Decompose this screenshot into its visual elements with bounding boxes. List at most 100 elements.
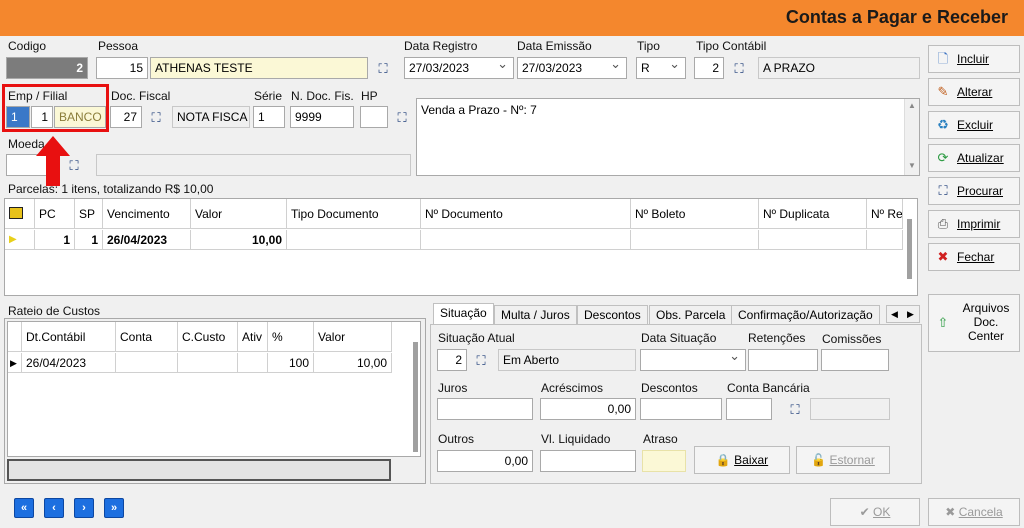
atualizar-button[interactable]: ⟳ Atualizar: [928, 144, 1020, 172]
col-n-re[interactable]: Nº Re: [867, 199, 903, 229]
incluir-label: Incluir: [957, 52, 990, 66]
serie-field[interactable]: 1: [253, 106, 285, 128]
table-row-n-documento[interactable]: [421, 230, 631, 250]
hp-binoculars-icon[interactable]: ⛶: [393, 110, 411, 126]
rateio-row-pct[interactable]: 100: [268, 353, 314, 373]
col-vencimento[interactable]: Vencimento: [103, 199, 191, 229]
tab-obs-parcela[interactable]: Obs. Parcela: [649, 305, 733, 325]
col-n-boleto[interactable]: Nº Boleto: [631, 199, 759, 229]
tab-scroll-left-icon[interactable]: ◀: [891, 306, 898, 322]
rateio-row-ativ[interactable]: [238, 353, 268, 373]
retencoes-field[interactable]: [748, 349, 818, 371]
pessoa-name-field[interactable]: ATHENAS TESTE: [150, 57, 368, 79]
excluir-button[interactable]: ♻ Excluir: [928, 111, 1020, 139]
parcelas-scrollbar[interactable]: [907, 219, 912, 279]
data-registro-field[interactable]: 27/03/2023: [404, 57, 514, 79]
acrescimos-field[interactable]: 0,00: [540, 398, 636, 420]
rateio-col-ativ[interactable]: Ativ: [238, 322, 268, 352]
conta-bancaria-binoculars-icon[interactable]: ⛶: [786, 402, 804, 418]
data-situacao-field[interactable]: [640, 349, 746, 371]
parcelas-grid[interactable]: PC SP Vencimento Valor Tipo Documento Nº…: [4, 198, 918, 296]
ndoc-field[interactable]: 9999: [290, 106, 354, 128]
col-n-documento[interactable]: Nº Documento: [421, 199, 631, 229]
rateio-grid[interactable]: Dt.Contábil Conta C.Custo Ativ % Valor ▶…: [7, 321, 421, 457]
pessoa-code-field[interactable]: 15: [96, 57, 148, 79]
tipo-contabil-label: Tipo Contábil: [696, 39, 767, 53]
doc-fiscal-binoculars-icon[interactable]: ⛶: [147, 110, 165, 126]
table-row-valor[interactable]: 10,00: [191, 230, 287, 250]
estornar-label: Estornar: [829, 453, 875, 467]
table-row-pc[interactable]: 1: [35, 230, 75, 250]
incluir-button[interactable]: 🗋 Incluir: [928, 45, 1020, 73]
situacao-binoculars-icon[interactable]: ⛶: [472, 353, 490, 369]
scroll-up-icon[interactable]: ▲: [908, 101, 916, 110]
situacao-code-field[interactable]: 2: [437, 349, 467, 371]
rateio-row-dt[interactable]: 26/04/2023: [22, 353, 116, 373]
col-valor[interactable]: Valor: [191, 199, 287, 229]
observacao-scrollbar[interactable]: ▲ ▼: [904, 99, 919, 175]
rateio-col-ccusto[interactable]: C.Custo: [178, 322, 238, 352]
situacao-atual-label: Situação Atual: [438, 331, 515, 345]
observacao-textarea[interactable]: Venda a Prazo - Nº: 7: [416, 98, 920, 176]
table-row-vencimento[interactable]: 26/04/2023: [103, 230, 191, 250]
pessoa-search-binoculars-icon[interactable]: ⛶: [374, 61, 392, 77]
cancela-button[interactable]: ✖ Cancela: [928, 498, 1020, 526]
col-tipo-documento[interactable]: Tipo Documento: [287, 199, 421, 229]
rateio-row-valor[interactable]: 10,00: [314, 353, 392, 373]
rateio-row-ccusto[interactable]: [178, 353, 238, 373]
rateio-col-dt-contabil[interactable]: Dt.Contábil: [22, 322, 116, 352]
table-row-tipo-documento[interactable]: [287, 230, 421, 250]
ok-button[interactable]: ✔ OK: [830, 498, 920, 526]
nav-prev-button[interactable]: ‹: [44, 498, 64, 518]
doc-fiscal-code-field[interactable]: 27: [110, 106, 142, 128]
tab-scroll-arrows[interactable]: ◀ ▶: [886, 305, 920, 323]
conta-bancaria-code-field[interactable]: [726, 398, 772, 420]
descontos-field[interactable]: [640, 398, 722, 420]
juros-label: Juros: [438, 381, 468, 395]
hp-field[interactable]: [360, 106, 388, 128]
rateio-col-valor[interactable]: Valor: [314, 322, 392, 352]
tipo-contabil-code-field[interactable]: 2: [694, 57, 724, 79]
rateio-col-conta[interactable]: Conta: [116, 322, 178, 352]
baixar-button[interactable]: 🔒 Baixar: [694, 446, 790, 474]
col-pc[interactable]: PC: [35, 199, 75, 229]
tipo-contabil-binoculars-icon[interactable]: ⛶: [730, 61, 748, 77]
grid-menu-icon[interactable]: [5, 199, 35, 229]
fechar-button[interactable]: ✖ Fechar: [928, 243, 1020, 271]
rateio-scrollbar[interactable]: [413, 342, 418, 452]
table-row-n-re[interactable]: [867, 230, 903, 250]
upload-document-icon: ⇧: [937, 315, 949, 330]
scroll-down-icon[interactable]: ▼: [908, 161, 916, 170]
conta-bancaria-name-field: [810, 398, 890, 420]
alterar-button[interactable]: ✎ Alterar: [928, 78, 1020, 106]
arquivos-doc-center-button[interactable]: ⇧ Arquivos Doc. Center: [928, 294, 1020, 352]
estornar-button[interactable]: 🔓 Estornar: [796, 446, 890, 474]
conta-bancaria-label: Conta Bancária: [727, 381, 810, 395]
table-row-sp[interactable]: 1: [75, 230, 103, 250]
outros-field[interactable]: 0,00: [437, 450, 533, 472]
tab-situacao[interactable]: Situação: [433, 303, 494, 325]
tab-scroll-right-icon[interactable]: ▶: [907, 306, 914, 322]
comissoes-field[interactable]: [821, 349, 889, 371]
table-row-n-duplicata[interactable]: [759, 230, 867, 250]
arquivos-label: Arquivos Doc. Center: [962, 301, 1010, 343]
tab-confirmacao-autorizacao[interactable]: Confirmação/Autorização: [731, 305, 880, 325]
col-sp[interactable]: SP: [75, 199, 103, 229]
rateio-col-pct[interactable]: %: [268, 322, 314, 352]
juros-field[interactable]: [437, 398, 533, 420]
col-n-duplicata[interactable]: Nº Duplicata: [759, 199, 867, 229]
tab-descontos[interactable]: Descontos: [577, 305, 648, 325]
nav-next-button[interactable]: ›: [74, 498, 94, 518]
data-emissao-field[interactable]: 27/03/2023: [517, 57, 627, 79]
tipo-select[interactable]: R: [636, 57, 686, 79]
tab-multa-juros[interactable]: Multa / Juros: [494, 305, 577, 325]
procurar-button[interactable]: ⛶ Procurar: [928, 177, 1020, 205]
rateio-row-conta[interactable]: [116, 353, 178, 373]
vl-liquidado-field[interactable]: [540, 450, 636, 472]
nav-first-button[interactable]: «: [14, 498, 34, 518]
codigo-field[interactable]: 2: [6, 57, 88, 79]
table-row-n-boleto[interactable]: [631, 230, 759, 250]
outros-label: Outros: [438, 432, 475, 446]
nav-last-button[interactable]: »: [104, 498, 124, 518]
imprimir-button[interactable]: ⎙ Imprimir: [928, 210, 1020, 238]
